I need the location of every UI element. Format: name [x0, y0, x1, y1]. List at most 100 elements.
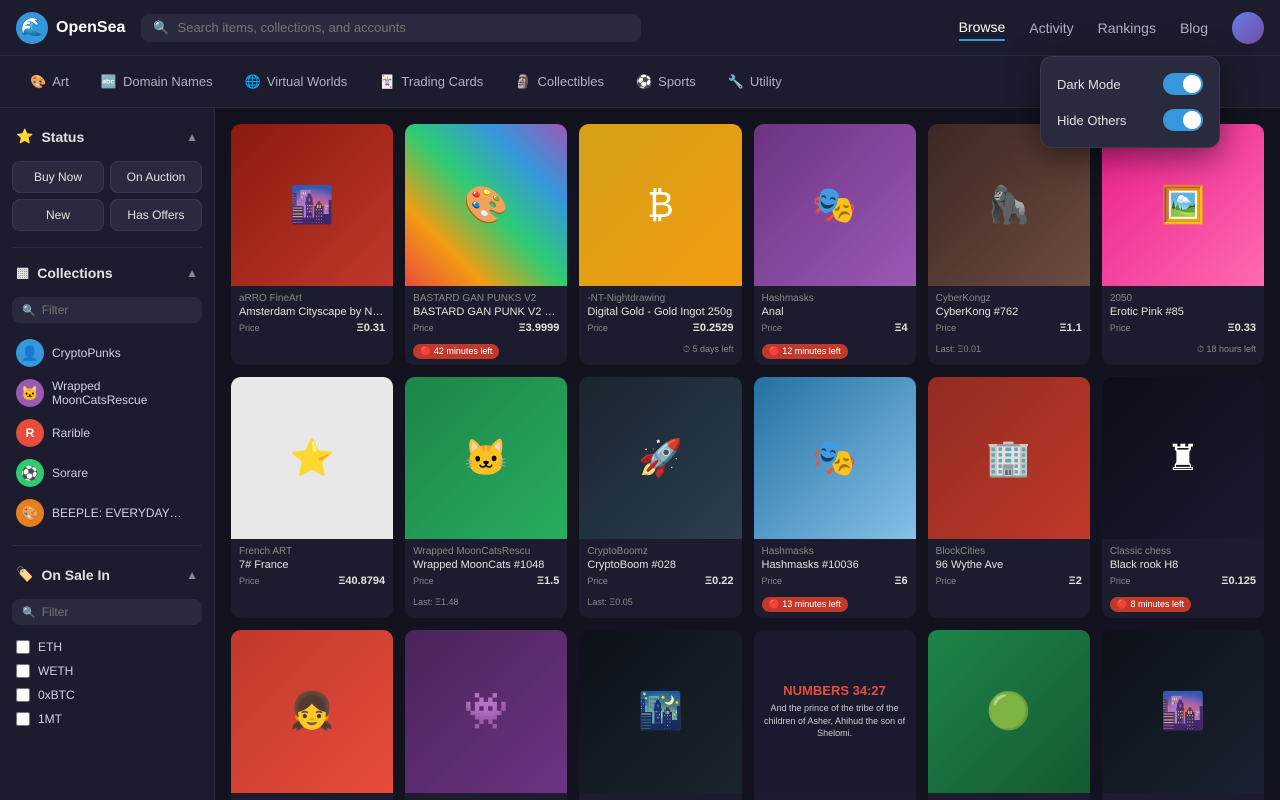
nft-card-purple-char[interactable]: 👾 Purple Character [405, 630, 567, 800]
cat-tab-sports[interactable]: ⚽ Sports [622, 68, 710, 96]
nft-card-wrapped-mooncats-1048[interactable]: 🐱 Wrapped MoonCatsRescu Wrapped MoonCats… [405, 377, 567, 618]
nft-name-wrapped-mooncats-1048: Wrapped MoonCats #1048 [413, 559, 559, 571]
cat-collectibles-label: Collectibles [537, 74, 603, 89]
collection-item-sorare[interactable]: ⚽ Sorare [12, 453, 202, 493]
collection-item-rarible[interactable]: R Rarible [12, 413, 202, 453]
cat-tab-virtual[interactable]: 🌐 Virtual Worlds [231, 68, 362, 96]
rarible-name: Rarible [52, 426, 90, 440]
cat-tab-utility[interactable]: 🔧 Utility [714, 68, 796, 96]
search-input[interactable] [178, 20, 630, 35]
dark-mode-popup: Dark Mode Hide Others [1040, 56, 1220, 148]
price-value-digital-gold: Ξ0.2529 [693, 322, 734, 334]
nft-card-french-art[interactable]: ⭐ French ART 7# France Price Ξ40.8794 [231, 377, 393, 618]
cat-tab-trading[interactable]: 🃏 Trading Cards [365, 68, 497, 96]
nav-links: Browse Activity Rankings Blog [959, 12, 1264, 44]
nft-card-cyberkong[interactable]: 🦍 CyberKongz CyberKong #762 Price Ξ1.1 L… [928, 124, 1090, 365]
0xbtc-checkbox[interactable] [16, 688, 30, 702]
logo[interactable]: 🌊 OpenSea [16, 12, 125, 44]
on-auction-button[interactable]: On Auction [110, 161, 202, 193]
nft-name-black-rook: Black rook H8 [1110, 559, 1256, 571]
nft-info-digital-gold: -NT-Nightdrawing Digital Gold - Gold Ing… [579, 286, 741, 338]
dark-mode-row: Dark Mode [1057, 73, 1203, 95]
hide-others-toggle[interactable] [1163, 109, 1203, 131]
buy-now-button[interactable]: Buy Now [12, 161, 104, 193]
nft-collection-amsterdam: aRRO FineArt [239, 293, 385, 304]
on-sale-chevron-icon: ▲ [186, 568, 198, 582]
eth-checkbox[interactable] [16, 640, 30, 654]
nft-info-french-art: French ART 7# France Price Ξ40.8794 [231, 539, 393, 591]
nft-card-96-wythe[interactable]: 🏢 BlockCities 96 Wythe Ave Price Ξ2 [928, 377, 1090, 618]
collection-item-beeple[interactable]: 🎨 BEEPLE: EVERYDAYS - THE 2... [12, 493, 202, 533]
cat-tab-collectibles[interactable]: 🗿 Collectibles [501, 68, 618, 96]
nft-emoji-96-wythe: 🏢 [986, 437, 1031, 479]
weth-checkbox[interactable] [16, 664, 30, 678]
nft-emoji-french-art: ⭐ [290, 437, 335, 479]
nft-card-black-rook[interactable]: ♜ Classic chess Black rook H8 Price Ξ0.1… [1102, 377, 1264, 618]
0xbtc-label: 0xBTC [38, 688, 75, 702]
cryptopunks-name: CryptoPunks [52, 346, 121, 360]
collections-label: Collections [37, 265, 112, 281]
1mt-checkbox[interactable] [16, 712, 30, 726]
nft-card-cryptoboom[interactable]: 🚀 CryptoBoomz CryptoBoom #028 Price Ξ0.2… [579, 377, 741, 618]
collections-filter: 🔍 [12, 297, 202, 323]
mooncats-avatar: 🐱 [16, 379, 44, 407]
nft-card-hashmasks-10036[interactable]: 🎭 Hashmasks Hashmasks #10036 Price Ξ6 🔴 … [754, 377, 916, 618]
nft-image-cryptoboom: 🚀 [579, 377, 741, 539]
new-button[interactable]: New [12, 199, 104, 231]
dark-mode-toggle[interactable] [1163, 73, 1203, 95]
nft-image-purple-char: 👾 [405, 630, 567, 792]
nft-card-bastard-gan[interactable]: 🎨 BASTARD GAN PUNKS V2 BASTARD GAN PUNK … [405, 124, 567, 365]
nft-collection-erotic-pink: 2050 [1110, 293, 1256, 304]
nft-emoji-hashmasks-10036: 🎭 [812, 437, 857, 479]
collections-filter-input[interactable] [42, 303, 192, 317]
nav-activity[interactable]: Activity [1029, 20, 1073, 36]
nft-card-cyber-city[interactable]: 🌆 Cyber City [1102, 630, 1264, 800]
nav-blog[interactable]: Blog [1180, 20, 1208, 36]
nft-image-wrapped-mooncats-1048: 🐱 [405, 377, 567, 539]
mooncats-name: Wrapped MoonCatsRescue [52, 379, 198, 407]
nft-emoji-cyberkong: 🦍 [986, 184, 1031, 226]
avatar[interactable] [1232, 12, 1264, 44]
cat-tab-art[interactable]: 🎨 Art [16, 68, 83, 96]
cat-utility-label: Utility [750, 74, 782, 89]
price-label-french-art: Price [239, 576, 260, 586]
has-offers-button[interactable]: Has Offers [110, 199, 202, 231]
nav-rankings[interactable]: Rankings [1098, 20, 1156, 36]
nft-info-cryptoboom: CryptoBoomz CryptoBoom #028 Price Ξ0.22 [579, 539, 741, 591]
price-label-digital-gold: Price [587, 323, 608, 333]
nft-card-green-pixel[interactable]: 🟢 Green Pixel Art [928, 630, 1090, 800]
nft-card-amsterdam[interactable]: 🌆 aRRO FineArt Amsterdam Cityscape by Ni… [231, 124, 393, 365]
nft-collection-hashmasks-10036: Hashmasks [762, 546, 908, 557]
nft-name-digital-gold: Digital Gold - Gold Ingot 250g [587, 306, 733, 318]
collection-item-mooncats[interactable]: 🐱 Wrapped MoonCatsRescue [12, 373, 202, 413]
collections-search-icon: 🔍 [22, 304, 36, 317]
on-sale-section-header: 🏷️ On Sale In ▲ [12, 558, 202, 591]
cat-tab-domain[interactable]: 🔤 Domain Names [87, 68, 227, 96]
nft-image-hashmasks-10036: 🎭 [754, 377, 916, 539]
nft-card-anime-girl[interactable]: 👧 Anime Girl [231, 630, 393, 800]
sidebar-divider-1 [12, 247, 202, 248]
nft-info-green-pixel: Green Pixel Art [928, 793, 1090, 800]
nft-card-dark-scene[interactable]: 🌃 Dark Scene [579, 630, 741, 800]
nft-emoji-cyber-city: 🌆 [1161, 690, 1206, 732]
price-value-cyberkong: Ξ1.1 [1059, 322, 1081, 334]
price-label-cyberkong: Price [936, 323, 957, 333]
nft-card-erotic-pink[interactable]: 🖼️ 2050 Erotic Pink #85 Price Ξ0.33 ⏱ 18… [1102, 124, 1264, 365]
collection-item-cryptopunks[interactable]: 👤 CryptoPunks [12, 333, 202, 373]
sorare-name: Sorare [52, 466, 88, 480]
nft-card-anal[interactable]: 🎭 Hashmasks Anal Price Ξ4 🔴 12 minutes l… [754, 124, 916, 365]
nft-image-numbers-3427: NUMBERS 34:27 And the prince of the trib… [754, 630, 916, 792]
nft-image-french-art: ⭐ [231, 377, 393, 539]
nft-card-digital-gold[interactable]: ₿ -NT-Nightdrawing Digital Gold - Gold I… [579, 124, 741, 365]
nft-emoji-bastard-gan: 🎨 [464, 184, 509, 226]
cat-sports-label: Sports [658, 74, 696, 89]
nft-card-numbers-3427[interactable]: NUMBERS 34:27 And the prince of the trib… [754, 630, 916, 800]
nav-browse[interactable]: Browse [959, 15, 1006, 41]
dark-mode-label: Dark Mode [1057, 77, 1121, 92]
nft-info-cyberkong: CyberKongz CyberKong #762 Price Ξ1.1 [928, 286, 1090, 338]
star-icon: ⭐ [16, 128, 33, 145]
nft-image-bastard-gan: 🎨 [405, 124, 567, 286]
nft-name-anal: Anal [762, 306, 908, 318]
nft-info-cyber-city: Cyber City [1102, 793, 1264, 800]
on-sale-filter-input[interactable] [42, 605, 192, 619]
